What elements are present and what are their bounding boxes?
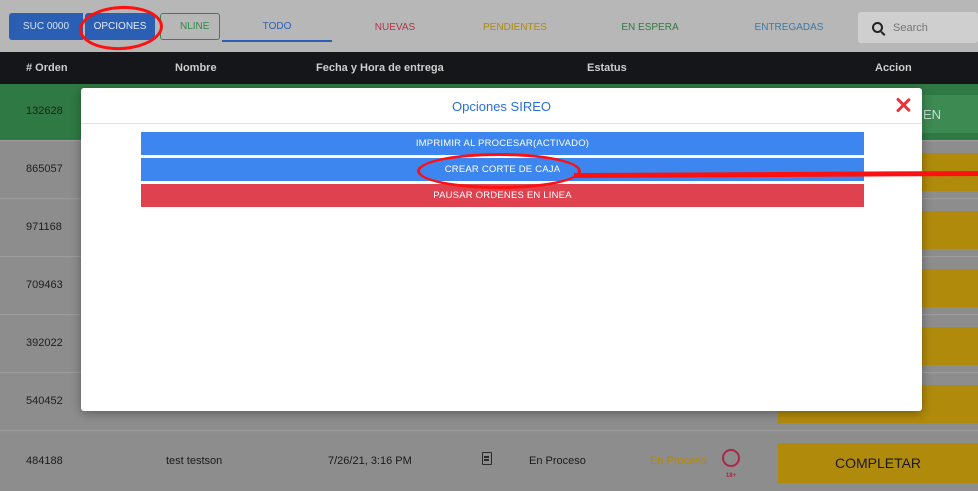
- pause-online-orders-button[interactable]: PAUSAR ORDENES EN LINEA: [141, 184, 864, 207]
- customer-name: test testson: [166, 455, 223, 467]
- header-name: Nombre: [175, 62, 217, 74]
- branch-button[interactable]: SUC 0000: [9, 13, 83, 40]
- header-datetime: Fecha y Hora de entrega: [316, 62, 444, 74]
- modal-header: Opciones SIREO: [81, 88, 922, 124]
- order-id: 392022: [26, 337, 63, 349]
- order-id: 540452: [26, 395, 63, 407]
- header-action: Accion: [875, 62, 912, 74]
- order-status: En Proceso: [529, 455, 586, 467]
- order-id: 132628: [26, 105, 63, 117]
- print-on-process-button[interactable]: IMPRIMIR AL PROCESAR(ACTIVADO): [141, 132, 864, 155]
- tab-nuevas[interactable]: NUEVAS: [340, 12, 450, 42]
- tab-entregadas[interactable]: ENTREGADAS: [734, 12, 844, 42]
- create-cash-cut-button[interactable]: CREAR CORTE DE CAJA: [141, 158, 864, 181]
- tab-en-espera[interactable]: EN ESPERA: [595, 12, 705, 42]
- close-icon[interactable]: [893, 95, 913, 115]
- search-input[interactable]: [893, 21, 973, 34]
- complete-button[interactable]: COMPLETAR: [778, 443, 978, 483]
- table-row[interactable]: 484188 test testson 7/26/21, 3:16 PM En …: [0, 433, 978, 491]
- options-button[interactable]: OPCIONES: [85, 13, 155, 40]
- order-id: 865057: [26, 163, 63, 175]
- top-toolbar: SUC 0000 OPCIONES NLINE TODO NUEVAS PEND…: [0, 0, 978, 52]
- status-badge: En Proceso: [650, 455, 707, 467]
- age-badge-label: 18+: [725, 473, 737, 479]
- order-id: 709463: [26, 279, 63, 291]
- receipt-icon[interactable]: [482, 452, 492, 465]
- online-button-label: NLINE: [180, 21, 210, 32]
- options-modal: Opciones SIREO IMPRIMIR AL PROCESAR(ACTI…: [81, 88, 922, 411]
- modal-title: Opciones SIREO: [452, 99, 551, 114]
- online-button[interactable]: NLINE: [160, 13, 220, 40]
- order-id: 971168: [26, 221, 62, 233]
- search-icon: [872, 22, 883, 33]
- search-box[interactable]: [858, 12, 978, 43]
- tab-todo[interactable]: TODO: [222, 12, 332, 42]
- row-action-label: EN: [923, 107, 942, 122]
- delivery-datetime: 7/26/21, 3:16 PM: [328, 455, 412, 467]
- tab-pendientes[interactable]: PENDIENTES: [460, 12, 570, 42]
- header-order: # Orden: [26, 62, 68, 74]
- orders-table-header: # Orden Nombre Fecha y Hora de entrega E…: [0, 52, 978, 84]
- header-status: Estatus: [587, 62, 627, 74]
- age-restriction-icon: 18+: [722, 449, 740, 479]
- order-id: 484188: [26, 455, 63, 467]
